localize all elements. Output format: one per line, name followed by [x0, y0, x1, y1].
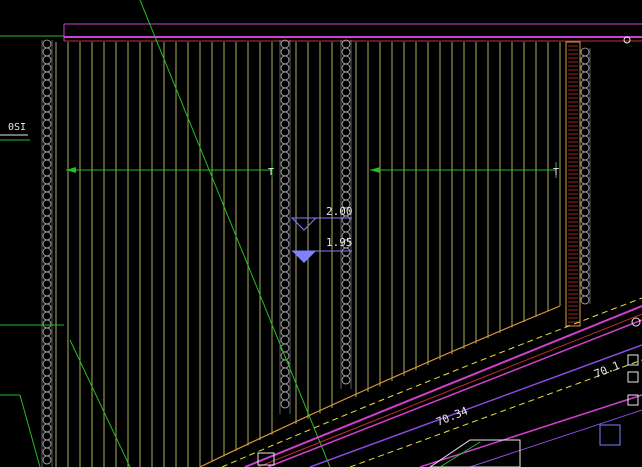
dim-left-end-text: T — [268, 167, 274, 178]
elevation-upper-text: 2.00 — [326, 205, 353, 218]
dim-right-end-text: T — [553, 167, 559, 178]
elevation-lower-text: 1.95 — [326, 236, 353, 249]
left-tag-text: 0SI — [8, 122, 26, 133]
cad-drawing-canvas[interactable]: T T 2.00 1.95 0SI 70.34 70.1 — [0, 0, 642, 467]
drawing-background — [0, 0, 642, 467]
